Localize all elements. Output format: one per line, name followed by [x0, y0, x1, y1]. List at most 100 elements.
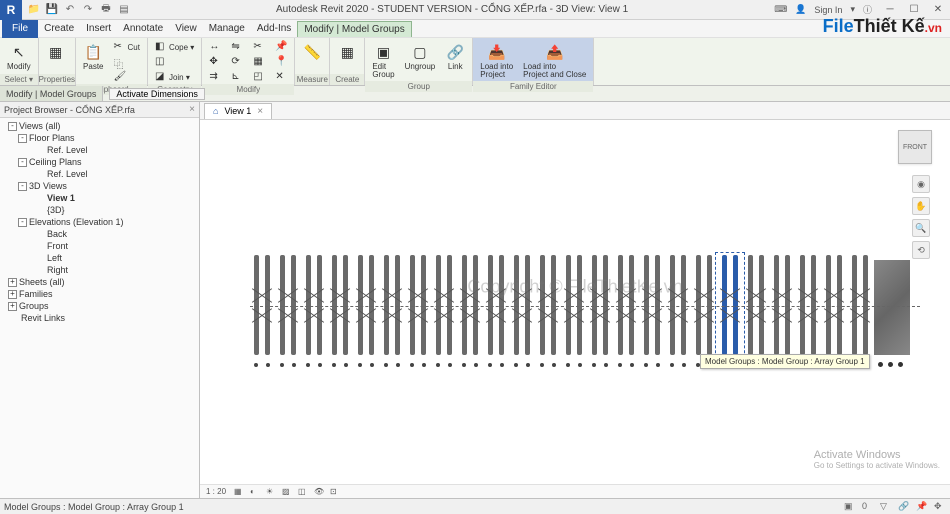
qat-open-icon[interactable]: 📁: [28, 4, 40, 16]
measure-button[interactable]: 📏: [299, 40, 325, 64]
file-menu[interactable]: File: [2, 20, 38, 38]
close-button[interactable]: ✕: [926, 0, 950, 20]
tree-item[interactable]: -Elevations (Elevation 1): [0, 216, 199, 228]
project-browser-close-icon[interactable]: ×: [189, 104, 195, 115]
gate-segment[interactable]: [718, 255, 742, 365]
gate-segment[interactable]: [458, 255, 482, 365]
tree-item[interactable]: -Ceiling Plans: [0, 156, 199, 168]
gate-end-panel[interactable]: [874, 255, 914, 365]
tree-item[interactable]: +Families: [0, 288, 199, 300]
tree-item[interactable]: Revit Links: [0, 312, 199, 324]
nav-zoom-icon[interactable]: 🔍: [912, 219, 930, 237]
tree-expand-icon[interactable]: +: [8, 278, 17, 287]
tree-item[interactable]: -Floor Plans: [0, 132, 199, 144]
properties-button[interactable]: ▦: [43, 40, 69, 64]
gate-segment[interactable]: [276, 255, 300, 365]
shadows-icon[interactable]: ▨: [282, 487, 292, 497]
gate-segment[interactable]: [380, 255, 404, 365]
tab-manage[interactable]: Manage: [203, 21, 251, 36]
tree-expand-icon[interactable]: +: [8, 290, 17, 299]
qat-redo-icon[interactable]: ↷: [82, 4, 94, 16]
gate-segment[interactable]: [302, 255, 326, 365]
status-pin-icon[interactable]: 📌: [916, 501, 928, 513]
tree-item[interactable]: {3D}: [0, 204, 199, 216]
tree-item[interactable]: +Groups: [0, 300, 199, 312]
canvas-tab-close-icon[interactable]: ×: [257, 106, 263, 117]
sun-path-icon[interactable]: ☀: [266, 487, 276, 497]
view-cube[interactable]: FRONT: [898, 130, 932, 164]
tree-item[interactable]: +Sheets (all): [0, 276, 199, 288]
qat-undo-icon[interactable]: ↶: [64, 4, 76, 16]
join-button[interactable]: ◪Join ▾: [152, 70, 197, 84]
align-button[interactable]: ↔: [206, 40, 224, 54]
tree-item[interactable]: -Views (all): [0, 120, 199, 132]
scale-button[interactable]: ◰: [250, 70, 268, 84]
tab-insert[interactable]: Insert: [80, 21, 117, 36]
detail-level-icon[interactable]: ▦: [234, 487, 244, 497]
gate-segment[interactable]: [692, 255, 716, 365]
tree-item[interactable]: Back: [0, 228, 199, 240]
paste-button[interactable]: 📋 Paste: [80, 40, 106, 73]
tree-expand-icon[interactable]: +: [8, 302, 17, 311]
ungroup-button[interactable]: ▢Ungroup: [402, 40, 439, 73]
gate-segment[interactable]: [640, 255, 664, 365]
tree-expand-icon[interactable]: -: [18, 158, 27, 167]
gate-segment[interactable]: [484, 255, 508, 365]
minimize-button[interactable]: ─: [878, 0, 902, 20]
split-button[interactable]: ✂: [250, 40, 268, 54]
app-logo[interactable]: R: [0, 0, 22, 20]
info-icon[interactable]: ⓘ: [863, 3, 872, 16]
gate-segment[interactable]: [536, 255, 560, 365]
delete-button[interactable]: ✕: [272, 70, 290, 84]
tree-item[interactable]: Right: [0, 264, 199, 276]
nav-pan-icon[interactable]: ✋: [912, 197, 930, 215]
help-icon[interactable]: ▾: [850, 4, 855, 15]
cope-button[interactable]: ◧Cope ▾: [152, 40, 197, 54]
status-select-icon[interactable]: ▣: [844, 501, 856, 513]
copy-button[interactable]: ⿻: [111, 55, 143, 69]
maximize-button[interactable]: ☐: [902, 0, 926, 20]
gate-segment[interactable]: [588, 255, 612, 365]
gate-segment[interactable]: [666, 255, 690, 365]
link-button[interactable]: 🔗Link: [442, 40, 468, 73]
tree-item[interactable]: Ref. Level: [0, 144, 199, 156]
match-button[interactable]: 🖌: [111, 70, 143, 84]
crop-icon[interactable]: ◫: [298, 487, 308, 497]
tree-item[interactable]: Front: [0, 240, 199, 252]
mirror-button[interactable]: ⇋: [228, 40, 246, 54]
canvas-tab-view1[interactable]: ⌂ View 1 ×: [204, 103, 272, 119]
view-scale[interactable]: 1 : 20: [206, 487, 226, 496]
hide-icon[interactable]: 👁: [314, 487, 324, 497]
tree-item[interactable]: Left: [0, 252, 199, 264]
gate-segment[interactable]: [510, 255, 534, 365]
unpin-button[interactable]: 📍: [272, 55, 290, 69]
nav-wheel-icon[interactable]: ◉: [912, 175, 930, 193]
tree-item[interactable]: View 1: [0, 192, 199, 204]
gate-segment[interactable]: [328, 255, 352, 365]
rotate-button[interactable]: ⟳: [228, 55, 246, 69]
tree-item[interactable]: -3D Views: [0, 180, 199, 192]
create-button[interactable]: ▦: [334, 40, 360, 64]
tab-create[interactable]: Create: [38, 21, 80, 36]
qat-print-icon[interactable]: 🖶: [100, 4, 112, 16]
status-drag-icon[interactable]: ✥: [934, 501, 946, 513]
gate-model[interactable]: [250, 255, 920, 365]
modify-button[interactable]: ↖ Modify: [4, 40, 34, 73]
tree-item[interactable]: Ref. Level: [0, 168, 199, 180]
gate-segment[interactable]: [250, 255, 274, 365]
pin-button[interactable]: 📌: [272, 40, 290, 54]
cut-button[interactable]: ✂Cut: [111, 40, 143, 54]
reveal-icon[interactable]: ⊡: [330, 487, 340, 497]
trim-button[interactable]: ⊾: [228, 70, 246, 84]
tree-expand-icon[interactable]: -: [18, 134, 27, 143]
tab-addins[interactable]: Add-Ins: [251, 21, 297, 36]
qat-measure-icon[interactable]: ▤: [118, 4, 130, 16]
tree-expand-icon[interactable]: -: [18, 218, 27, 227]
project-browser-tree[interactable]: -Views (all)-Floor PlansRef. Level-Ceili…: [0, 118, 199, 498]
keyboard-icon[interactable]: ⌨: [774, 4, 787, 15]
array-button[interactable]: ▦: [250, 55, 268, 69]
activate-dimensions-button[interactable]: Activate Dimensions: [109, 88, 205, 100]
visual-style-icon[interactable]: ◐: [250, 487, 260, 497]
signin-icon[interactable]: 👤: [795, 4, 806, 15]
gate-segment[interactable]: [822, 255, 846, 365]
